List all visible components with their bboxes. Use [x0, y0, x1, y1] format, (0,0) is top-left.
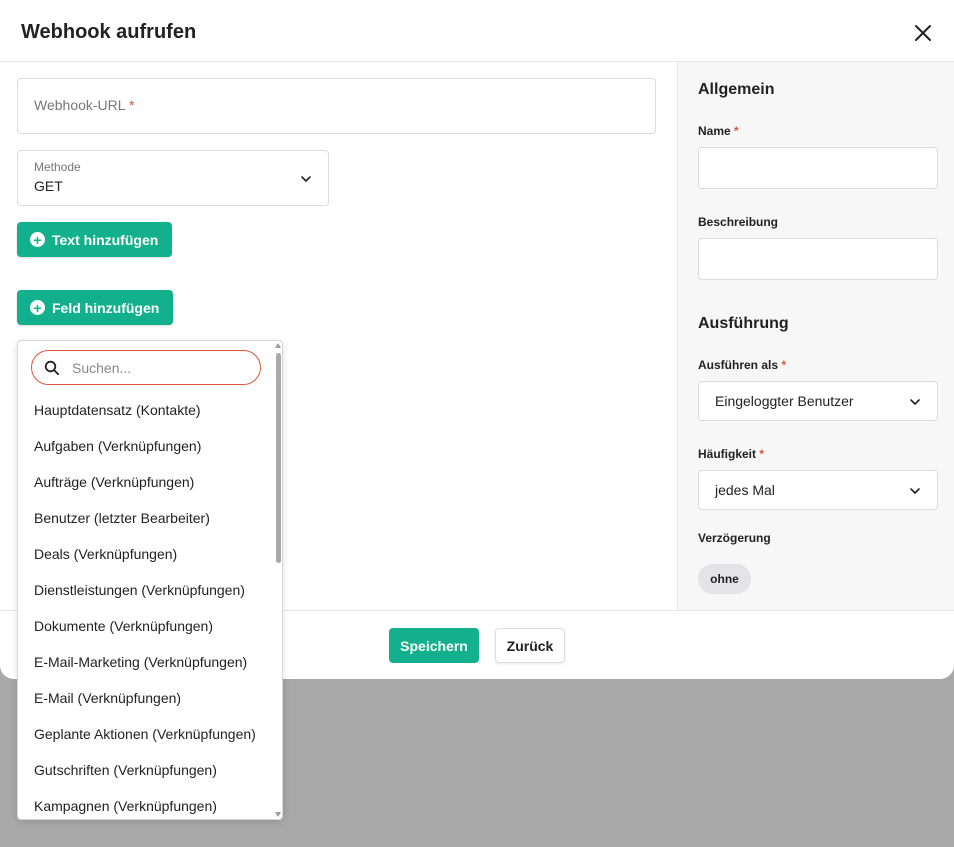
add-field-label: Feld hinzufügen: [52, 299, 160, 316]
general-heading: Allgemein: [698, 81, 775, 98]
description-input[interactable]: [698, 238, 938, 280]
dropdown-option[interactable]: Gutschriften (Verknüpfungen): [34, 762, 217, 778]
dropdown-option[interactable]: E-Mail-Marketing (Verknüpfungen): [34, 654, 247, 670]
frequency-value: jedes Mal: [715, 482, 775, 498]
webhook-url-label: Webhook-URL *: [34, 97, 134, 113]
field-dropdown: Hauptdatensatz (Kontakte) Aufgaben (Verk…: [17, 340, 283, 820]
method-label: Methode: [34, 160, 81, 174]
required-mark: *: [759, 447, 765, 461]
dropdown-option[interactable]: Aufträge (Verknüpfungen): [34, 474, 194, 490]
webhook-url-label-text: Webhook-URL: [34, 97, 126, 113]
dropdown-scrollbar[interactable]: [274, 341, 282, 819]
search-input[interactable]: [72, 359, 252, 377]
webhook-url-field[interactable]: Webhook-URL *: [17, 78, 656, 134]
name-label-text: Name: [698, 124, 731, 138]
dropdown-option[interactable]: Aufgaben (Verknüpfungen): [34, 438, 201, 454]
required-mark: *: [128, 97, 135, 113]
delay-label: Verzögerung: [698, 531, 771, 545]
settings-sidebar: Allgemein Name * Beschreibung Ausführung…: [677, 62, 954, 610]
method-select[interactable]: Methode GET: [17, 150, 329, 206]
dropdown-option[interactable]: Dokumente (Verknüpfungen): [34, 618, 213, 634]
delay-pill[interactable]: ohne: [698, 564, 751, 594]
search-box[interactable]: [31, 350, 261, 385]
scroll-up-arrow-icon[interactable]: [275, 343, 281, 348]
name-input[interactable]: [698, 147, 938, 189]
frequency-label-text: Häufigkeit: [698, 447, 757, 461]
save-button[interactable]: Speichern: [389, 628, 479, 663]
close-icon[interactable]: [910, 20, 936, 46]
dropdown-option[interactable]: Geplante Aktionen (Verknüpfungen): [34, 726, 256, 742]
scroll-down-arrow-icon[interactable]: [275, 812, 281, 817]
frequency-label: Häufigkeit *: [698, 447, 764, 461]
required-mark: *: [734, 124, 739, 138]
run-as-label: Ausführen als *: [698, 358, 786, 372]
dropdown-option[interactable]: E-Mail (Verknüpfungen): [34, 690, 181, 706]
search-icon: [44, 360, 60, 376]
dropdown-option[interactable]: Kampagnen (Verknüpfungen): [34, 798, 217, 814]
dropdown-option[interactable]: Deals (Verknüpfungen): [34, 546, 177, 562]
dialog-title: Webhook aufrufen: [21, 21, 197, 43]
add-field-button[interactable]: + Feld hinzufügen: [17, 290, 174, 325]
required-mark: *: [781, 358, 787, 372]
add-text-label: Text hinzufügen: [52, 231, 159, 248]
run-as-value: Eingeloggter Benutzer: [715, 393, 854, 409]
dropdown-option[interactable]: Hauptdatensatz (Kontakte): [34, 402, 201, 418]
dropdown-option[interactable]: Benutzer (letzter Bearbeiter): [34, 510, 210, 526]
back-button[interactable]: Zurück: [495, 628, 565, 663]
chevron-down-icon: [910, 399, 920, 405]
description-label: Beschreibung: [698, 215, 779, 229]
dialog-header: Webhook aufrufen: [0, 0, 954, 62]
frequency-select[interactable]: jedes Mal: [698, 470, 938, 510]
dropdown-option[interactable]: Dienstleistungen (Verknüpfungen): [34, 582, 245, 598]
scroll-thumb[interactable]: [276, 353, 281, 563]
plus-circle-icon: +: [30, 232, 45, 247]
name-label: Name *: [698, 124, 739, 138]
run-as-label-text: Ausführen als: [698, 358, 779, 372]
run-as-select[interactable]: Eingeloggter Benutzer: [698, 381, 938, 421]
add-text-button[interactable]: + Text hinzufügen: [17, 222, 173, 257]
chevron-down-icon: [910, 488, 920, 494]
method-value: GET: [34, 178, 63, 194]
chevron-down-icon: [301, 176, 311, 182]
execution-heading: Ausführung: [698, 315, 789, 332]
plus-circle-icon: +: [30, 300, 45, 315]
